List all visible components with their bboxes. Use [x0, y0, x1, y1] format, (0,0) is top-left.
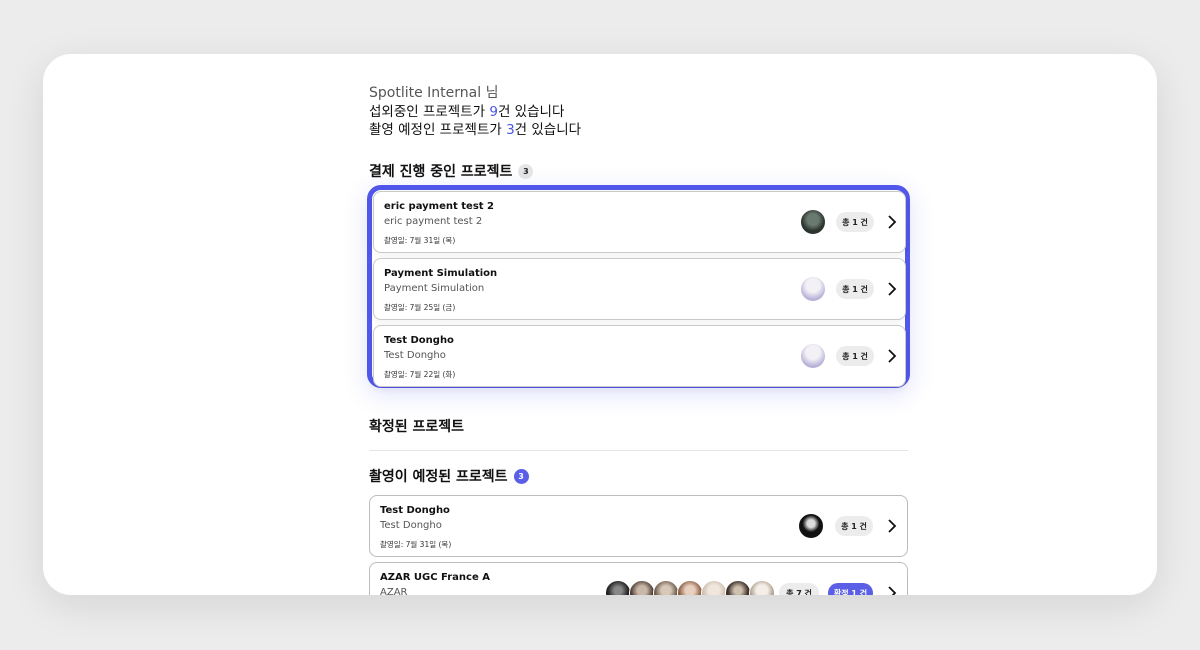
- line1-prefix: 섭외중인 프로젝트가: [369, 104, 490, 120]
- confirmed-section-label: 확정된 프로젝트: [369, 419, 465, 435]
- total-count-pill: 총 1 건: [835, 516, 873, 536]
- avatar-icon: [800, 209, 826, 235]
- project-title: Test Dongho: [384, 335, 454, 346]
- project-title: Test Dongho: [380, 505, 450, 516]
- payment-section-label: 결제 진행 중인 프로젝트: [369, 164, 513, 180]
- shoot-date: 촬영일: 7월 31일 (목): [384, 236, 456, 245]
- greeting: Spotlite Internal 님 섭외중인 프로젝트가 9건 있습니다 촬…: [369, 84, 581, 139]
- project-card[interactable]: Test Dongho Test Dongho 촬영일: 7월 22일 (화) …: [373, 325, 906, 387]
- chevron-right-icon[interactable]: [885, 282, 899, 296]
- scheduled-count-line: 촬영 예정인 프로젝트가 3건 있습니다: [369, 121, 581, 139]
- avatar-icon: [798, 513, 824, 539]
- project-title: eric payment test 2: [384, 201, 494, 212]
- shoot-date: 촬영일: 7월 25일 (금): [384, 303, 456, 312]
- project-subtitle: Test Dongho: [380, 520, 442, 531]
- scheduled-count-badge: 3: [513, 468, 529, 484]
- total-count-pill: 총 7 건: [779, 583, 819, 595]
- chevron-right-icon[interactable]: [885, 519, 899, 533]
- project-subtitle: Test Dongho: [384, 350, 446, 361]
- project-title: Payment Simulation: [384, 268, 498, 279]
- avatar-icon: [725, 580, 751, 595]
- project-subtitle: eric payment test 2: [384, 216, 483, 227]
- scheduled-count: 3: [506, 122, 515, 138]
- scheduled-section-label: 촬영이 예정된 프로젝트: [369, 469, 508, 485]
- avatar-icon: [677, 580, 703, 595]
- shoot-date: 촬영일: 7월 31일 (목): [380, 540, 452, 549]
- line1-suffix: 건 있습니다: [497, 104, 565, 120]
- negotiating-count-line: 섭외중인 프로젝트가 9건 있습니다: [369, 103, 581, 121]
- project-card[interactable]: Test Dongho Test Dongho 촬영일: 7월 31일 (목) …: [369, 495, 908, 557]
- payment-count-badge: 3: [518, 163, 534, 179]
- project-card[interactable]: eric payment test 2 eric payment test 2 …: [373, 191, 906, 253]
- project-subtitle: Payment Simulation: [384, 283, 485, 294]
- section-divider: [369, 450, 908, 451]
- scheduled-projects-list: Test Dongho Test Dongho 촬영일: 7월 31일 (목) …: [369, 495, 908, 595]
- scheduled-section-title: 촬영이 예정된 프로젝트 3: [369, 466, 529, 486]
- avatar-icon: [701, 580, 727, 595]
- confirmed-section-title: 확정된 프로젝트: [369, 416, 464, 436]
- avatar-icon: [800, 343, 826, 369]
- user-greeting: Spotlite Internal 님: [369, 85, 499, 101]
- avatar-icon: [605, 580, 631, 595]
- project-title: AZAR UGC France A: [380, 572, 490, 583]
- payment-projects-list: eric payment test 2 eric payment test 2 …: [367, 185, 910, 388]
- avatar-icon: [749, 580, 775, 595]
- total-count-pill: 총 1 건: [836, 279, 874, 299]
- chevron-right-icon[interactable]: [885, 349, 899, 363]
- avatar-icon: [800, 276, 826, 302]
- shoot-date: 촬영일: 7월 22일 (화): [384, 370, 456, 379]
- confirmed-count-pill: 확정 1 건: [828, 583, 873, 595]
- project-card[interactable]: Payment Simulation Payment Simulation 촬영…: [373, 258, 906, 320]
- avatar-icon: [653, 580, 679, 595]
- payment-section-title: 결제 진행 중인 프로젝트 3: [369, 161, 534, 181]
- project-card[interactable]: AZAR UGC France A AZAR 총 7 건 확정 1 건: [369, 562, 908, 595]
- line2-prefix: 촬영 예정인 프로젝트가: [369, 122, 507, 138]
- negotiating-count: 9: [489, 104, 498, 120]
- chevron-right-icon[interactable]: [885, 586, 899, 595]
- project-subtitle: AZAR: [380, 587, 408, 595]
- total-count-pill: 총 1 건: [836, 212, 874, 232]
- app-window: Spotlite Internal 님 섭외중인 프로젝트가 9건 있습니다 촬…: [43, 54, 1157, 595]
- chevron-right-icon[interactable]: [885, 215, 899, 229]
- total-count-pill: 총 1 건: [836, 346, 874, 366]
- avatar-icon: [629, 580, 655, 595]
- line2-suffix: 건 있습니다: [514, 122, 582, 138]
